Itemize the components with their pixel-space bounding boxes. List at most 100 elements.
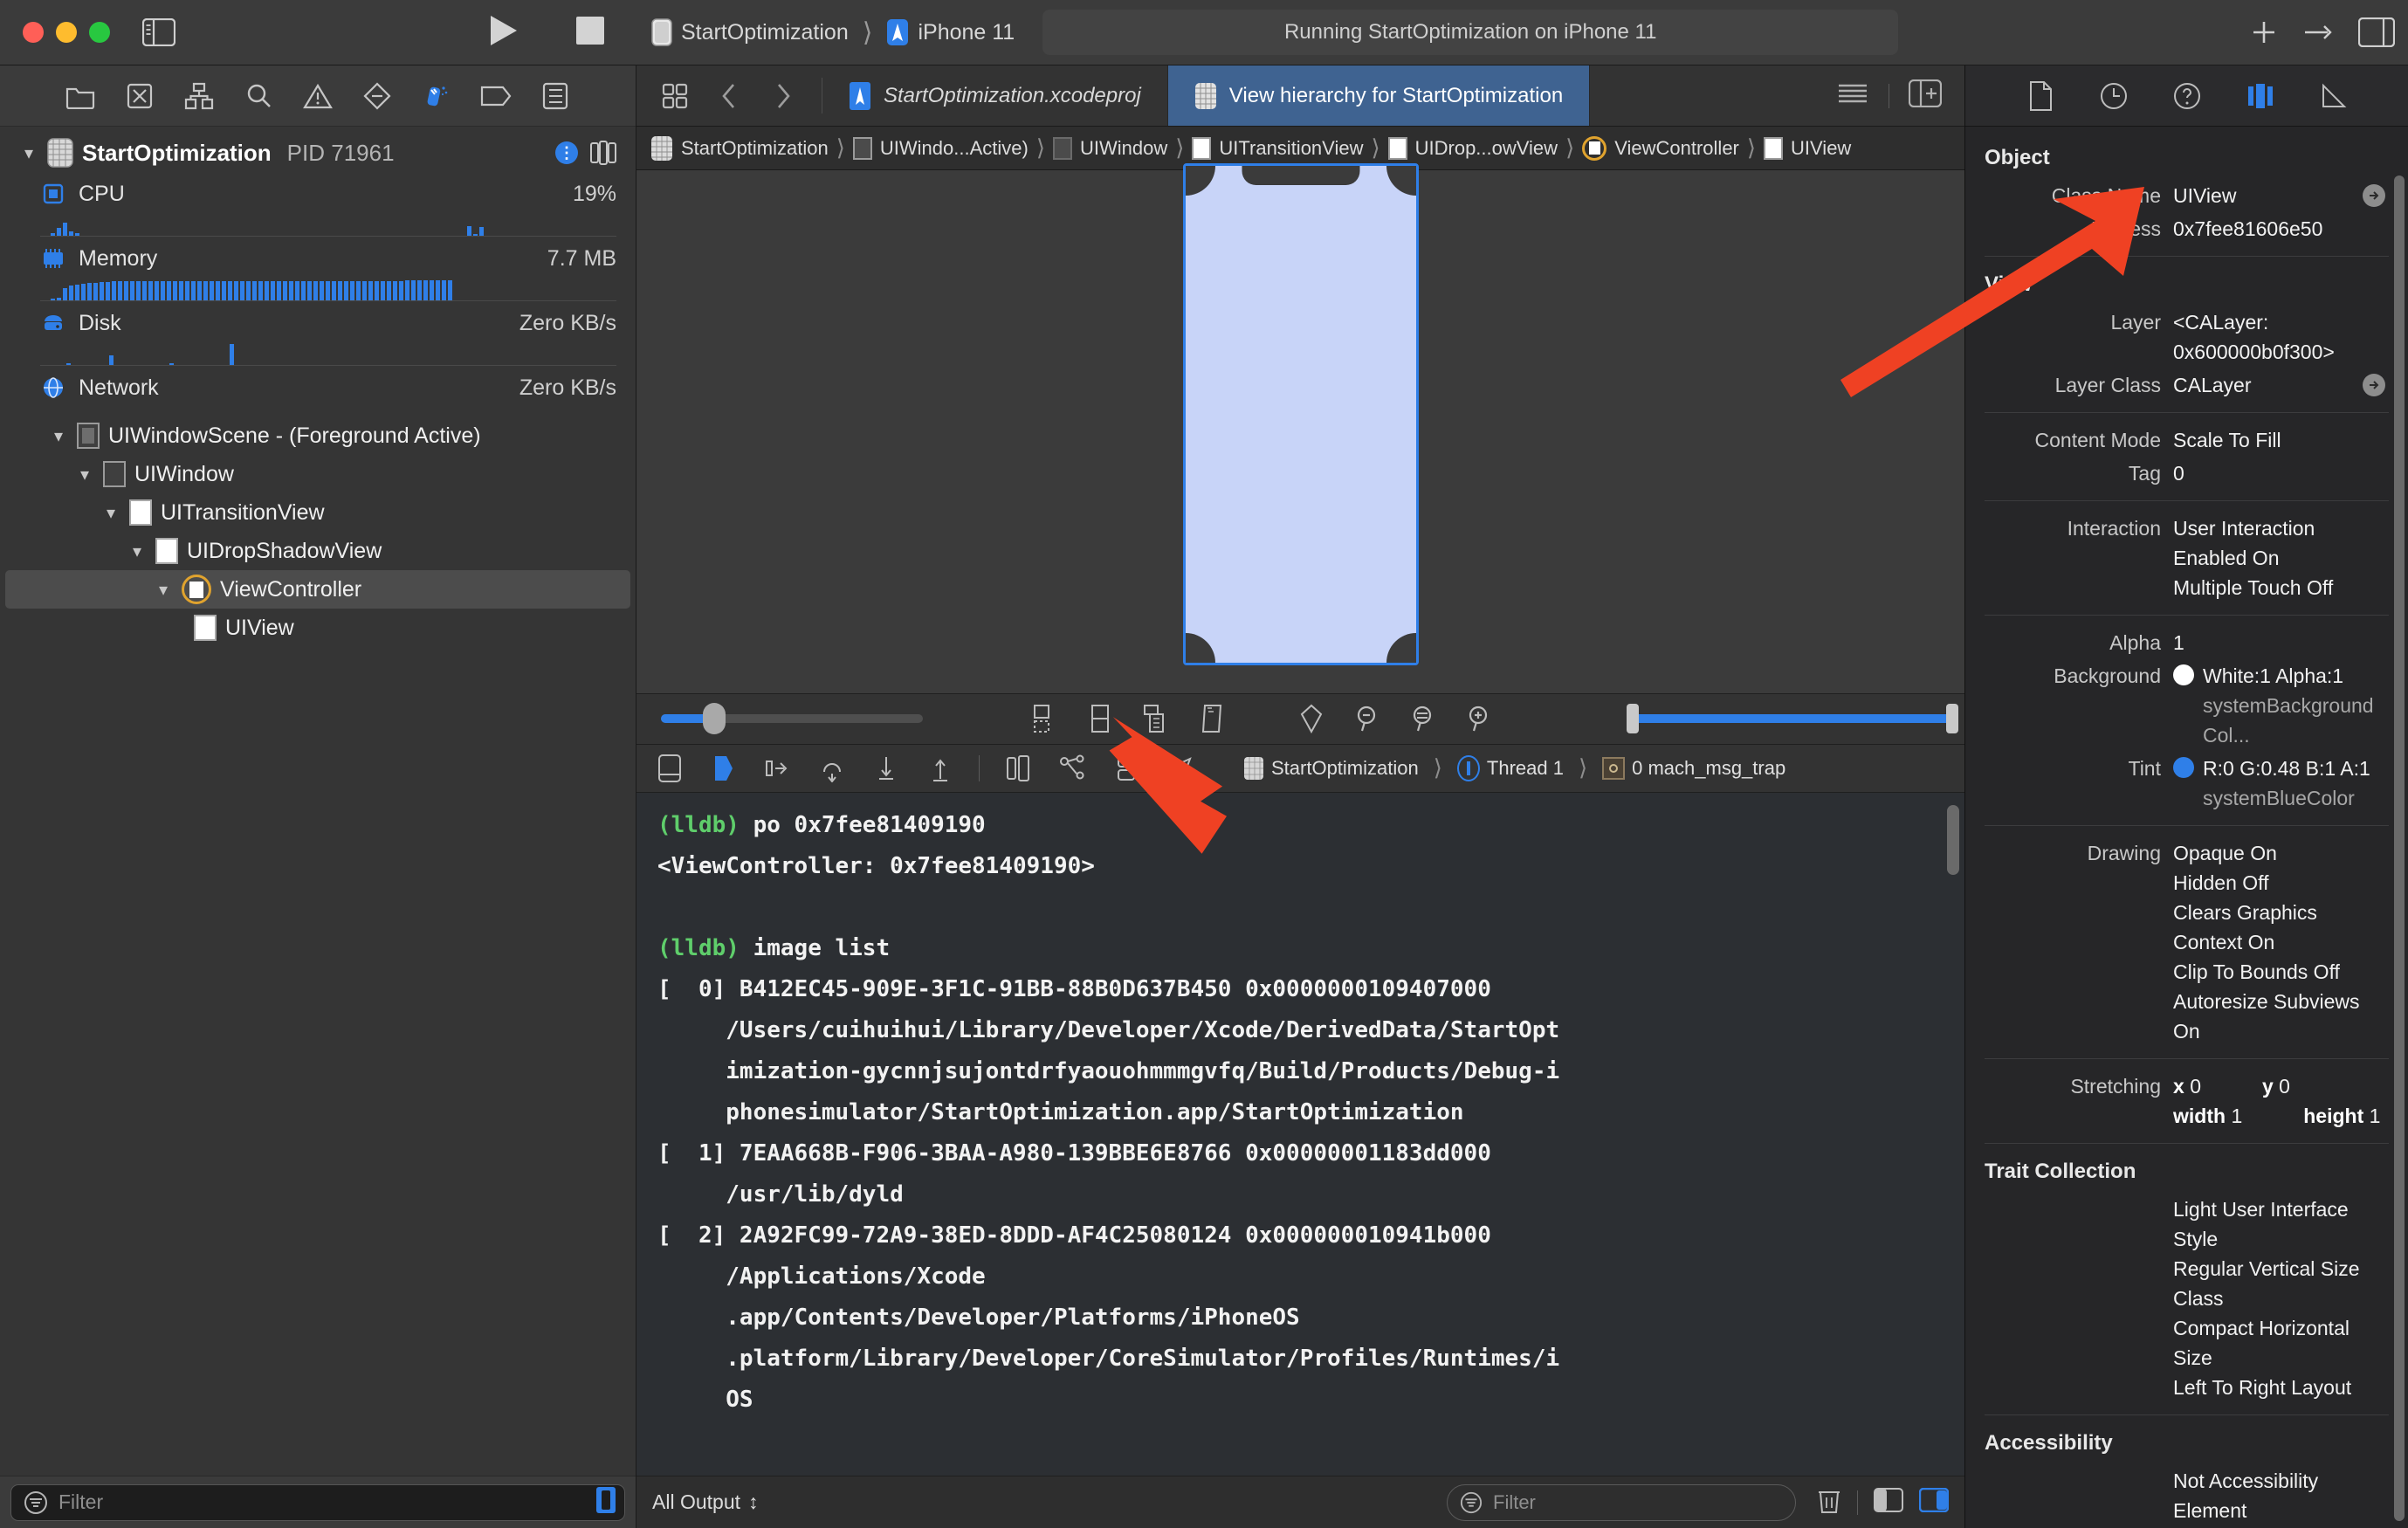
- gauge-network[interactable]: Network Zero KB/s: [0, 368, 636, 408]
- slider-knob[interactable]: [703, 703, 726, 734]
- toggle-inspector-button[interactable]: [2345, 0, 2408, 65]
- toggle-navigator-button[interactable]: [140, 16, 178, 49]
- zoom-actual-size-icon[interactable]: [1407, 702, 1440, 735]
- tab-xcodeproj[interactable]: StartOptimization.xcodeproj: [822, 65, 1168, 126]
- range-handle-min[interactable]: [1627, 704, 1639, 733]
- editor-layout-icon[interactable]: [1836, 80, 1869, 111]
- zoom-out-icon[interactable]: [1351, 702, 1384, 735]
- editor-options-button[interactable]: [2291, 0, 2345, 65]
- status-bar-field[interactable]: Running StartOptimization on iPhone 11: [1042, 10, 1899, 55]
- add-assistant-editor-icon[interactable]: [1908, 79, 1943, 112]
- stretch-y-value[interactable]: 0: [2279, 1075, 2290, 1098]
- project-navigator-icon[interactable]: [62, 78, 99, 114]
- tree-item-uitransitionview[interactable]: ▾ UITransitionView: [0, 493, 636, 532]
- view-debug-icon[interactable]: [1002, 753, 1034, 784]
- trash-icon[interactable]: [1817, 1486, 1841, 1518]
- toggle-variables-view-icon[interactable]: [1874, 1488, 1903, 1517]
- pause-continue-icon[interactable]: [708, 753, 740, 784]
- symbol-navigator-icon[interactable]: [181, 78, 217, 114]
- gauge-memory[interactable]: Memory 7.7 MB: [0, 238, 636, 301]
- run-button[interactable]: [489, 14, 519, 52]
- view-debug-badge-icon[interactable]: [590, 141, 616, 165]
- debug-crumb-frame[interactable]: 0 mach_msg_trap: [1632, 757, 1785, 780]
- chevron-down-icon[interactable]: ▾: [19, 142, 38, 164]
- jumpbar-item-uidropshadowview[interactable]: UIDrop...owView: [1387, 136, 1558, 160]
- step-over-icon[interactable]: [762, 753, 794, 784]
- step-out-of-icon[interactable]: [925, 753, 956, 784]
- test-navigator-icon[interactable]: [359, 78, 396, 114]
- report-navigator-icon[interactable]: [537, 78, 574, 114]
- reveal-class-arrow-icon[interactable]: [2363, 184, 2385, 207]
- view-spacing-slider[interactable]: [661, 703, 923, 734]
- toggle-console-view-icon[interactable]: [1918, 1487, 1950, 1517]
- history-inspector-icon[interactable]: [2096, 79, 2131, 114]
- debug-crumb-process[interactable]: StartOptimization: [1271, 757, 1419, 780]
- chevron-down-icon[interactable]: ▾: [154, 579, 173, 601]
- tree-item-viewcontroller[interactable]: ▾ ViewController: [5, 570, 630, 609]
- source-control-navigator-icon[interactable]: [121, 78, 158, 114]
- depth-range-slider[interactable]: [1627, 704, 1958, 733]
- step-out-icon[interactable]: [870, 753, 902, 784]
- process-row[interactable]: ▾ StartOptimization PID 71961 ⋮: [0, 132, 636, 174]
- jumpbar-item-app[interactable]: StartOptimization: [650, 135, 829, 162]
- zoom-window-button[interactable]: [89, 22, 110, 43]
- stretch-height-value[interactable]: 1: [2370, 1105, 2381, 1127]
- debug-crumb-thread[interactable]: Thread 1: [1487, 757, 1564, 780]
- tint-color-swatch[interactable]: [2173, 757, 2194, 778]
- simulate-location-icon[interactable]: [1165, 753, 1196, 784]
- console-filter-field[interactable]: Filter: [1447, 1483, 1796, 1521]
- size-inspector-icon[interactable]: [2316, 79, 2351, 114]
- breakpoint-navigator-icon[interactable]: [478, 78, 514, 114]
- tab-overview-icon[interactable]: [659, 80, 691, 112]
- orient-3d-icon[interactable]: [1195, 702, 1228, 735]
- device-preview[interactable]: [1182, 162, 1419, 665]
- jumpbar-item-viewcontroller[interactable]: ViewController: [1582, 135, 1739, 161]
- view-hierarchy-canvas[interactable]: [636, 162, 1964, 693]
- jumpbar-item-scene[interactable]: UIWindo...Active): [852, 136, 1029, 160]
- show-constraints-icon[interactable]: [1084, 702, 1117, 735]
- quick-help-icon[interactable]: [2170, 79, 2205, 114]
- stretch-width-value[interactable]: 1: [2231, 1105, 2242, 1127]
- jumpbar-item-uitransitionview[interactable]: UITransitionView: [1192, 136, 1363, 160]
- range-handle-max[interactable]: [1946, 704, 1958, 733]
- inspect-mode-icon[interactable]: [1295, 702, 1328, 735]
- close-window-button[interactable]: [23, 22, 44, 43]
- memory-graph-icon[interactable]: [1056, 753, 1088, 784]
- tree-item-uidropshadowview[interactable]: ▾ UIDropShadowView: [0, 532, 636, 570]
- find-navigator-icon[interactable]: [240, 78, 277, 114]
- tree-item-uiwindowscene[interactable]: ▾ UIWindowScene - (Foreground Active): [0, 416, 636, 455]
- add-editor-button[interactable]: [2237, 0, 2291, 65]
- object-inspector-icon[interactable]: [2243, 79, 2278, 114]
- chevron-down-icon[interactable]: ▾: [127, 540, 147, 562]
- variables-view-icon[interactable]: [1111, 753, 1142, 784]
- inspector-body[interactable]: Object Class Name UIView Address 0x7fee8…: [1965, 127, 2408, 1528]
- chevron-down-icon[interactable]: ▾: [49, 425, 68, 447]
- navigate-forward-icon[interactable]: [767, 80, 799, 112]
- output-scope-selector[interactable]: All Output ↕: [652, 1490, 759, 1514]
- zoom-in-icon[interactable]: [1462, 702, 1496, 735]
- show-clipped-content-icon[interactable]: [1028, 702, 1061, 735]
- scheme-selector[interactable]: StartOptimization: [646, 18, 854, 46]
- console-output[interactable]: (lldb) po 0x7fee81409190 <ViewController:…: [636, 792, 1964, 1476]
- chevron-down-icon[interactable]: ▾: [101, 502, 120, 524]
- background-color-swatch[interactable]: [2173, 664, 2194, 685]
- tab-view-hierarchy[interactable]: View hierarchy for StartOptimization: [1167, 65, 1591, 126]
- tree-item-uiwindow[interactable]: ▾ UIWindow: [0, 455, 636, 493]
- orient-snapshot-icon[interactable]: [1139, 702, 1173, 735]
- filter-scope-toggle[interactable]: [596, 1487, 616, 1518]
- info-badge-icon[interactable]: ⋮: [555, 141, 578, 164]
- navigate-back-icon[interactable]: [713, 80, 745, 112]
- jumpbar-item-uiview[interactable]: UIView: [1764, 136, 1851, 160]
- navigator-filter-field[interactable]: Filter: [10, 1483, 625, 1521]
- stretch-x-value[interactable]: 0: [2190, 1075, 2201, 1098]
- inspector-scrollbar[interactable]: [2394, 176, 2405, 1521]
- chevron-down-icon[interactable]: ▾: [75, 464, 94, 485]
- console-scrollbar[interactable]: [1947, 804, 1959, 875]
- issue-navigator-icon[interactable]: [299, 78, 336, 114]
- step-into-icon[interactable]: [816, 753, 848, 784]
- gauge-cpu[interactable]: CPU 19%: [0, 174, 636, 237]
- hide-debug-area-icon[interactable]: [654, 753, 685, 784]
- gauge-disk[interactable]: Disk Zero KB/s: [0, 303, 636, 366]
- debug-navigator-icon[interactable]: [418, 78, 455, 114]
- jumpbar-item-uiwindow[interactable]: UIWindow: [1052, 136, 1167, 160]
